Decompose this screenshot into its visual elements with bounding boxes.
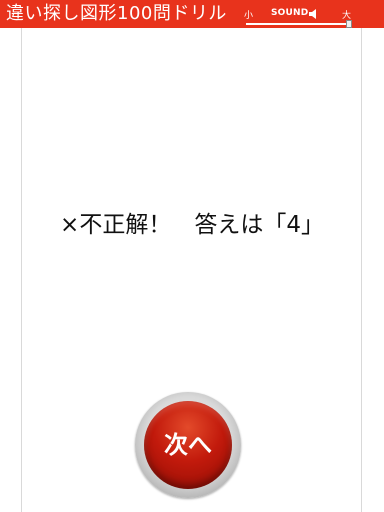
next-button[interactable]: 次へ [135, 392, 241, 498]
next-button-face[interactable]: 次へ [144, 401, 232, 489]
volume-min-label: 小 [244, 11, 254, 21]
app-title: 違い探し図形100問ドリル [6, 3, 227, 24]
content-border-left [21, 28, 22, 512]
content-border-right [361, 28, 362, 512]
speaker-icon [309, 9, 316, 19]
volume-slider-track[interactable] [246, 23, 352, 25]
next-button-label: 次へ [164, 431, 212, 459]
result-message: ×不正解！ 答えは「4」 [60, 212, 324, 238]
volume-control[interactable]: 小 SOUND 大 [244, 6, 356, 28]
sound-label: SOUND [271, 8, 309, 18]
volume-slider-knob[interactable] [346, 20, 352, 28]
app-header: 違い探し図形100問ドリル 小 SOUND 大 [0, 0, 384, 28]
